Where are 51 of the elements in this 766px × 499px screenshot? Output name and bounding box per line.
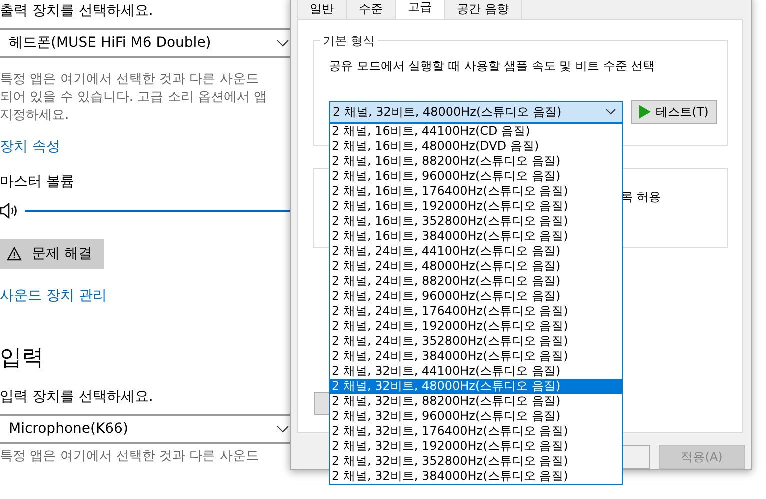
manage-devices-link[interactable]: 사운드 장치 관리 [0, 287, 107, 305]
speaker-icon [0, 203, 18, 219]
format-option[interactable]: 2 채널, 24비트, 96000Hz(스튜디오 음질) [330, 289, 622, 304]
button[interactable] [622, 445, 650, 469]
output-device-dropdown[interactable]: 헤드폰(MUSE HiFi M6 Double) [0, 28, 290, 58]
input-prompt: 입력 장치를 선택하세요. [0, 388, 154, 407]
format-option[interactable]: 2 채널, 16비트, 352800Hz(스튜디오 음질) [330, 214, 622, 229]
format-option[interactable]: 2 채널, 24비트, 384000Hz(스튜디오 음질) [330, 349, 622, 364]
chevron-down-icon [277, 426, 289, 432]
format-option[interactable]: 2 채널, 32비트, 384000Hz(스튜디오 음질) [330, 469, 622, 484]
play-icon [639, 105, 652, 119]
output-prompt: 출력 장치를 선택하세요. [0, 2, 154, 21]
chevron-down-icon [606, 109, 616, 115]
format-option[interactable]: 2 채널, 16비트, 44100Hz(CD 음질) [330, 124, 622, 139]
format-option[interactable]: 2 채널, 24비트, 352800Hz(스튜디오 음질) [330, 334, 622, 349]
option-label: 록 허용 [621, 189, 661, 206]
note-text: 특정 앱은 여기에서 선택한 것과 다른 사운드 [0, 71, 260, 89]
format-option[interactable]: 2 채널, 16비트, 192000Hz(스튜디오 음질) [330, 199, 622, 214]
input-heading: 입력 [0, 345, 44, 373]
troubleshoot-button[interactable]: 문제 해결 [0, 239, 104, 269]
format-option[interactable]: 2 채널, 16비트, 48000Hz(DVD 음질) [330, 139, 622, 154]
format-option[interactable]: 2 채널, 16비트, 96000Hz(스튜디오 음질) [330, 169, 622, 184]
format-option[interactable]: 2 채널, 16비트, 384000Hz(스튜디오 음질) [330, 229, 622, 244]
format-option[interactable]: 2 채널, 32비트, 192000Hz(스튜디오 음질) [330, 439, 622, 454]
button[interactable] [314, 392, 329, 415]
format-option[interactable]: 2 채널, 24비트, 88200Hz(스튜디오 음질) [330, 274, 622, 289]
format-option[interactable]: 2 채널, 24비트, 192000Hz(스튜디오 음질) [330, 319, 622, 334]
format-option[interactable]: 2 채널, 24비트, 48000Hz(스튜디오 음질) [330, 259, 622, 274]
warning-icon [7, 247, 22, 261]
format-option[interactable]: 2 채널, 32비트, 44100Hz(스튜디오 음질) [330, 364, 622, 379]
format-option[interactable]: 2 채널, 32비트, 176400Hz(스튜디오 음질) [330, 424, 622, 439]
master-volume-label: 마스터 볼륨 [0, 173, 74, 191]
format-description: 공유 모드에서 실행할 때 사용할 샘플 속도 및 비트 수준 선택 [329, 58, 656, 75]
test-button[interactable]: 테스트(T) [631, 100, 717, 124]
note-text: 되어 있을 수 있습니다. 고급 소리 옵션에서 앱 [0, 89, 268, 107]
note-text: 특정 앱은 여기에서 선택한 것과 다른 사운드 [0, 448, 259, 466]
format-option[interactable]: 2 채널, 16비트, 88200Hz(스튜디오 음질) [330, 154, 622, 169]
note-text: 지정하세요. [0, 107, 70, 125]
format-option[interactable]: 2 채널, 32비트, 88200Hz(스튜디오 음질) [330, 394, 622, 409]
format-option[interactable]: 2 채널, 32비트, 352800Hz(스튜디오 음질) [330, 454, 622, 469]
format-option[interactable]: 2 채널, 24비트, 44100Hz(스튜디오 음질) [330, 244, 622, 259]
input-device-dropdown[interactable]: Microphone(K66) [0, 414, 290, 444]
format-option[interactable]: 2 채널, 32비트, 48000Hz(스튜디오 음질) [330, 379, 622, 394]
group-title: 기본 형식 [320, 33, 378, 50]
format-option[interactable]: 2 채널, 16비트, 176400Hz(스튜디오 음질) [330, 184, 622, 199]
format-dropdown[interactable]: 2 채널, 32비트, 48000Hz(스튜디오 음질) [329, 101, 623, 123]
tab[interactable]: 고급 [395, 0, 445, 19]
device-properties-link[interactable]: 장치 속성 [0, 138, 60, 156]
format-option[interactable]: 2 채널, 32비트, 96000Hz(스튜디오 음질) [330, 409, 622, 424]
format-option[interactable]: 2 채널, 24비트, 176400Hz(스튜디오 음질) [330, 304, 622, 319]
chevron-down-icon [277, 40, 289, 46]
